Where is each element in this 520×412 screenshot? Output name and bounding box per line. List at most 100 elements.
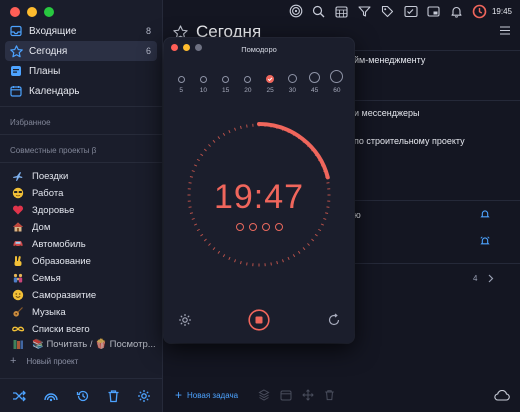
task-divider xyxy=(354,50,520,51)
pomodoro-zoom-button[interactable] xyxy=(195,44,202,51)
preset-label: 10 xyxy=(199,87,207,94)
cloud-sync-icon[interactable] xyxy=(494,389,510,401)
preset-circle-icon xyxy=(287,74,297,83)
duration-preset-25[interactable]: 25 xyxy=(258,70,282,94)
task-row-text[interactable]: йм-менеджменту xyxy=(354,55,425,65)
task-row-text[interactable]: по строительному проекту xyxy=(354,136,465,146)
preset-label: 25 xyxy=(266,87,274,94)
task-divider xyxy=(354,200,520,201)
list-view-icon[interactable] xyxy=(499,25,511,36)
calendar-icon[interactable] xyxy=(280,389,292,401)
task-row-text[interactable]: ю xyxy=(354,210,361,220)
signal-icon[interactable] xyxy=(43,389,59,403)
project-label: Списки всего xyxy=(32,323,90,335)
project-item-health[interactable]: Здоровье xyxy=(5,202,157,218)
sidebar-item-today[interactable]: Сегодня 6 xyxy=(5,41,157,61)
trash-icon[interactable] xyxy=(107,389,120,403)
new-project-button[interactable]: + Новый проект xyxy=(10,355,78,367)
duration-preset-30[interactable]: 30 xyxy=(280,70,304,94)
pomodoro-close-button[interactable] xyxy=(171,44,178,51)
minimize-window-button[interactable] xyxy=(27,7,37,17)
sidebar-bottom-toolbar xyxy=(0,378,163,412)
history-icon[interactable] xyxy=(76,389,90,403)
alarm-icon[interactable] xyxy=(480,236,490,246)
project-label: Дом xyxy=(32,221,51,233)
stop-button[interactable] xyxy=(248,309,270,331)
plus-icon: + xyxy=(10,355,17,367)
books-icon xyxy=(10,338,26,350)
duration-preset-45[interactable]: 45 xyxy=(303,70,327,94)
duration-preset-15[interactable]: 15 xyxy=(214,70,238,94)
victory-hand-icon xyxy=(10,255,26,267)
task-divider xyxy=(354,100,520,101)
selected-preset-check-icon xyxy=(266,75,275,83)
project-label: Поездки xyxy=(32,170,69,182)
new-task-label: Новая задача xyxy=(187,390,239,400)
pomodoro-title: Помодоро xyxy=(241,44,277,54)
picture-in-picture-icon[interactable] xyxy=(426,3,442,19)
top-toolbar: 19:45 xyxy=(163,0,520,22)
session-dot xyxy=(235,223,244,231)
project-item-education[interactable]: Образование xyxy=(5,253,157,269)
project-item-car[interactable]: Автомобиль xyxy=(5,236,157,252)
project-item-home[interactable]: Дом xyxy=(5,219,157,235)
sidebar-divider xyxy=(0,106,163,107)
preset-label: 45 xyxy=(311,87,319,94)
sidebar-item-calendar[interactable]: Календарь xyxy=(5,81,157,101)
shared-projects-section-title[interactable]: Совместные проекты β xyxy=(10,146,96,155)
sidebar-item-label: Планы xyxy=(29,65,61,77)
bell-icon[interactable] xyxy=(480,209,490,219)
guitar-icon xyxy=(10,306,26,318)
project-item-trips[interactable]: Поездки xyxy=(5,168,157,184)
filter-icon[interactable] xyxy=(357,3,373,19)
new-task-button[interactable]: + Новая задача xyxy=(175,388,238,402)
checklist-icon[interactable] xyxy=(403,3,419,19)
close-window-button[interactable] xyxy=(10,7,20,17)
chevron-right-icon[interactable] xyxy=(488,274,494,283)
drag-arrows-icon[interactable] xyxy=(302,389,314,401)
window-controls xyxy=(10,7,54,17)
project-item-self-development[interactable]: Саморазвитие xyxy=(5,287,157,303)
preset-label: 60 xyxy=(333,87,341,94)
project-item-lists[interactable]: Списки всего xyxy=(5,321,157,337)
duration-preset-10[interactable]: 10 xyxy=(191,70,215,94)
preset-circle-icon xyxy=(330,70,344,83)
bell-icon[interactable] xyxy=(449,3,465,19)
focus-icon[interactable] xyxy=(288,3,304,19)
project-label: Семья xyxy=(32,272,61,284)
pomodoro-settings-icon[interactable] xyxy=(178,313,192,327)
pomodoro-timer-icon[interactable] xyxy=(472,3,488,19)
project-label: Саморазвитие xyxy=(32,289,97,301)
search-icon[interactable] xyxy=(311,3,327,19)
calendar-grid-icon[interactable] xyxy=(334,3,350,19)
preset-label: 5 xyxy=(179,87,183,94)
duration-preset-20[interactable]: 20 xyxy=(236,70,260,94)
zoom-window-button[interactable] xyxy=(44,7,54,17)
task-divider xyxy=(354,263,520,264)
project-item-music[interactable]: Музыка xyxy=(5,304,157,320)
sidebar-item-plans[interactable]: Планы xyxy=(5,61,157,81)
settings-icon[interactable] xyxy=(137,389,151,403)
project-item-family[interactable]: Семья xyxy=(5,270,157,286)
house-icon xyxy=(10,221,26,233)
plans-icon xyxy=(5,61,27,81)
project-item-reading[interactable]: 📚 Почитать / 🍿 Посмотр... xyxy=(5,338,157,350)
tag-icon[interactable] xyxy=(380,3,396,19)
sidebar-item-label: Сегодня xyxy=(29,45,68,57)
sidebar-item-inbox[interactable]: Входящие 8 xyxy=(5,21,157,41)
preset-circle-icon xyxy=(309,72,321,83)
move-layers-icon[interactable] xyxy=(258,389,270,401)
preset-label: 30 xyxy=(288,87,296,94)
duration-preset-5[interactable]: 5 xyxy=(169,70,193,94)
main-bottom-toolbar: + Новая задача xyxy=(163,378,520,412)
task-row-text[interactable]: и мессенджеры xyxy=(354,108,419,118)
project-item-work[interactable]: Работа xyxy=(5,185,157,201)
reset-icon[interactable] xyxy=(327,313,341,327)
preset-label: 20 xyxy=(244,87,252,94)
pomodoro-minimize-button[interactable] xyxy=(183,44,190,51)
shuffle-icon[interactable] xyxy=(12,389,27,403)
trash-icon[interactable] xyxy=(324,389,335,401)
duration-preset-60[interactable]: 60 xyxy=(325,70,349,94)
preset-circle-icon xyxy=(222,76,230,83)
infinity-icon xyxy=(10,323,26,335)
